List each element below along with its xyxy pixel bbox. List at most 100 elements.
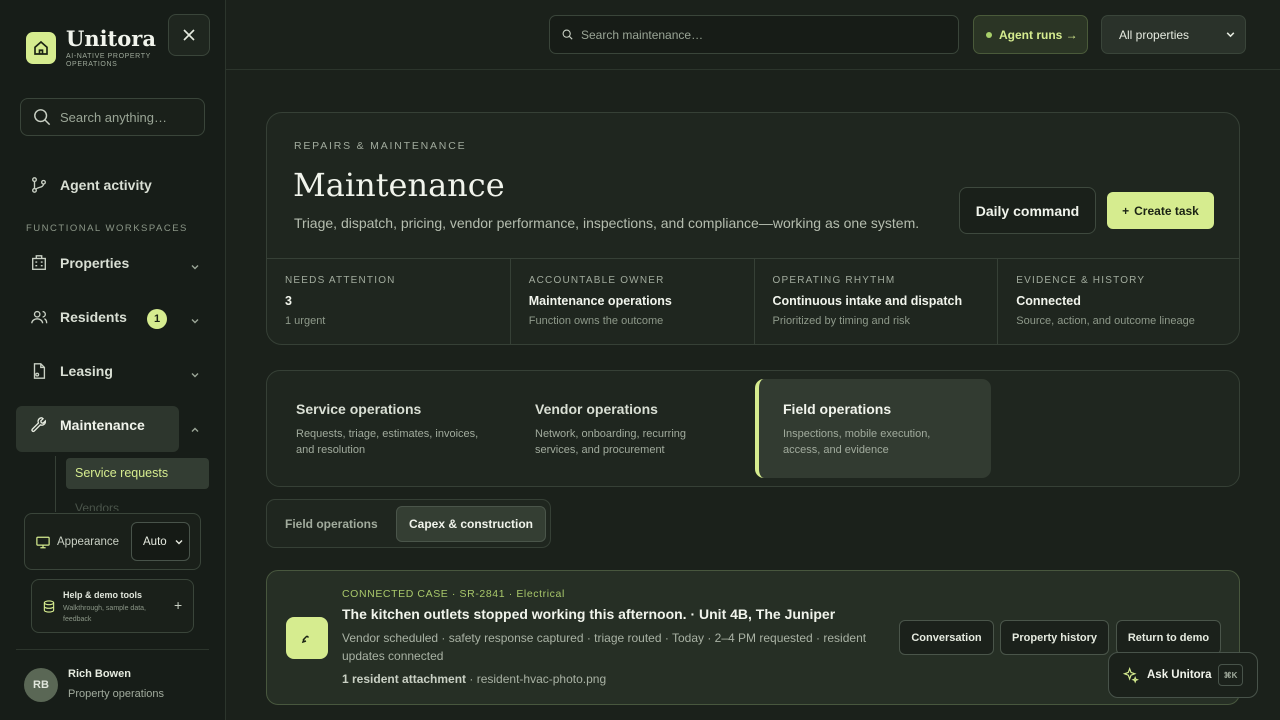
attachment-file: · resident-hvac-photo.png bbox=[466, 672, 607, 686]
daily-command-button[interactable]: Daily command bbox=[959, 187, 1096, 234]
sidebar-item-label: Properties bbox=[60, 255, 130, 271]
maintenance-overview-card: REPAIRS & MAINTENANCE Maintenance Triage… bbox=[266, 112, 1240, 345]
help-subtitle: Walkthrough, sample data, feedback bbox=[63, 605, 147, 623]
close-icon bbox=[183, 29, 195, 41]
workspace-field-operations[interactable]: Field operations Inspections, mobile exe… bbox=[755, 379, 991, 478]
plus-icon[interactable]: + bbox=[174, 597, 182, 613]
topbar-divider bbox=[226, 69, 1280, 70]
brand-name: Unitora bbox=[66, 26, 156, 51]
sidebar-subitem-vendors[interactable]: Vendors bbox=[75, 501, 119, 511]
case-attachment[interactable]: 1 resident attachment · resident-hvac-ph… bbox=[342, 672, 606, 686]
users-icon bbox=[31, 310, 48, 324]
workspace-desc: Network, onboarding, recurring services,… bbox=[535, 428, 687, 456]
page-eyebrow: REPAIRS & MAINTENANCE bbox=[294, 140, 467, 152]
status-dot-icon bbox=[986, 31, 992, 38]
search-placeholder: Search maintenance… bbox=[581, 27, 704, 42]
stat-evidence-history: EVIDENCE & HISTORY Connected Source, act… bbox=[998, 259, 1239, 344]
ask-unitora-button[interactable]: Ask Unitora ⌘K bbox=[1108, 652, 1258, 698]
tab-field-operations[interactable]: Field operations bbox=[285, 517, 378, 531]
workspace-title: Service operations bbox=[296, 401, 422, 417]
property-filter-value: All properties bbox=[1119, 27, 1190, 42]
sidebar-item-residents[interactable]: Residents bbox=[30, 308, 127, 326]
stat-value: Maintenance operations bbox=[528, 294, 672, 308]
property-filter-select[interactable]: All properties bbox=[1101, 15, 1246, 54]
shortcut-hint: ⌘K bbox=[1218, 664, 1243, 686]
workspace-desc: Requests, triage, estimates, invoices, a… bbox=[296, 428, 479, 456]
monitor-icon bbox=[36, 536, 50, 549]
stat-operating-rhythm: OPERATING RHYTHM Continuous intake and d… bbox=[755, 259, 999, 344]
case-title[interactable]: The kitchen outlets stopped working this… bbox=[342, 606, 835, 622]
sidebar-subitem-service-requests[interactable]: Service requests bbox=[66, 458, 209, 489]
workspace-service-operations[interactable]: Service operations Requests, triage, est… bbox=[272, 379, 508, 478]
property-history-button[interactable]: Property history bbox=[1000, 620, 1109, 655]
bolt-icon bbox=[286, 617, 328, 659]
stat-value: Continuous intake and dispatch bbox=[772, 294, 963, 308]
stat-value: Connected bbox=[1016, 294, 1081, 308]
appearance-value: Auto bbox=[143, 535, 167, 548]
chevron-down-icon[interactable] bbox=[190, 262, 200, 272]
residents-count-badge: 1 bbox=[147, 309, 167, 329]
conversation-button[interactable]: Conversation bbox=[899, 620, 994, 655]
document-icon bbox=[33, 363, 46, 379]
agent-runs-button[interactable]: Agent runs → bbox=[973, 15, 1088, 54]
create-task-label: Create task bbox=[1134, 203, 1199, 218]
stat-key: EVIDENCE & HISTORY bbox=[1016, 275, 1146, 286]
database-icon bbox=[43, 600, 55, 613]
sidebar-item-leasing[interactable]: Leasing bbox=[30, 362, 113, 380]
stat-key: ACCOUNTABLE OWNER bbox=[528, 275, 665, 286]
chevron-down-icon[interactable] bbox=[190, 370, 200, 380]
plus-icon: + bbox=[1122, 203, 1130, 218]
help-demo-tools[interactable]: Help & demo tools Walkthrough, sample da… bbox=[31, 579, 194, 633]
sidebar-item-agent-activity[interactable]: Agent activity bbox=[30, 176, 152, 194]
sidebar-item-properties[interactable]: Properties bbox=[30, 254, 129, 272]
workspace-selector: Service operations Requests, triage, est… bbox=[266, 370, 1240, 487]
sparkle-icon bbox=[1122, 666, 1139, 684]
case-meta: CONNECTED CASE · SR-2841 · Electrical bbox=[342, 588, 565, 600]
chevron-down-icon bbox=[175, 539, 183, 544]
search-icon bbox=[562, 29, 573, 40]
case-description: Vendor scheduled · safety response captu… bbox=[342, 631, 867, 663]
sidebar-item-label: Residents bbox=[60, 309, 127, 325]
workspace-vendor-operations[interactable]: Vendor operations Network, onboarding, r… bbox=[511, 379, 747, 478]
stat-note: Source, action, and outcome lineage bbox=[1016, 315, 1195, 327]
sub-tab-bar: Field operations Capex & construction bbox=[266, 499, 551, 548]
search-icon bbox=[34, 109, 51, 126]
maintenance-search-input[interactable]: Search maintenance… bbox=[549, 15, 959, 54]
sidebar-search-input[interactable]: Search anything… bbox=[20, 98, 205, 136]
chevron-up-icon[interactable] bbox=[190, 425, 200, 435]
stat-value: 3 bbox=[285, 294, 292, 308]
avatar[interactable]: RB bbox=[24, 668, 58, 702]
section-label: FUNCTIONAL WORKSPACES bbox=[26, 223, 188, 234]
appearance-label: Appearance bbox=[57, 536, 120, 548]
tab-capex-construction[interactable]: Capex & construction bbox=[396, 506, 546, 542]
workspace-title: Vendor operations bbox=[535, 401, 658, 417]
sidebar: Unitora AI-NATIVE PROPERTY OPERATIONS Se… bbox=[0, 0, 226, 720]
stat-note: Prioritized by timing and risk bbox=[772, 315, 911, 327]
appearance-select[interactable]: Auto bbox=[131, 522, 190, 561]
ask-label: Ask Unitora bbox=[1147, 669, 1212, 681]
sidebar-item-label: Agent activity bbox=[60, 177, 152, 193]
divider bbox=[16, 649, 209, 650]
chevron-down-icon bbox=[1226, 32, 1235, 38]
stat-accountable-owner: ACCOUNTABLE OWNER Maintenance operations… bbox=[511, 259, 755, 344]
sidebar-item-label: Leasing bbox=[60, 363, 113, 379]
stat-note: Function owns the outcome bbox=[528, 315, 664, 327]
brand-tagline: AI-NATIVE PROPERTY OPERATIONS bbox=[66, 53, 151, 68]
close-sidebar-button[interactable] bbox=[168, 14, 210, 56]
chevron-down-icon[interactable] bbox=[190, 316, 200, 326]
page-description: Triage, dispatch, pricing, vendor perfor… bbox=[294, 215, 920, 231]
workspace-title: Field operations bbox=[783, 401, 892, 417]
submenu-divider bbox=[55, 456, 56, 512]
workspace-desc: Inspections, mobile execution, access, a… bbox=[783, 428, 931, 456]
create-task-button[interactable]: + Create task bbox=[1107, 192, 1214, 229]
branch-icon bbox=[32, 177, 46, 193]
home-logo-icon[interactable] bbox=[26, 32, 56, 64]
stat-note: 1 urgent bbox=[285, 315, 326, 327]
wrench-icon bbox=[31, 417, 46, 433]
sidebar-item-maintenance[interactable]: Maintenance bbox=[30, 416, 145, 434]
help-title: Help & demo tools bbox=[63, 590, 143, 600]
stat-key: NEEDS ATTENTION bbox=[285, 275, 396, 286]
agent-runs-label: Agent runs → bbox=[999, 27, 1078, 42]
sidebar-search-placeholder: Search anything… bbox=[60, 109, 167, 125]
return-to-demo-button[interactable]: Return to demo bbox=[1116, 620, 1221, 655]
